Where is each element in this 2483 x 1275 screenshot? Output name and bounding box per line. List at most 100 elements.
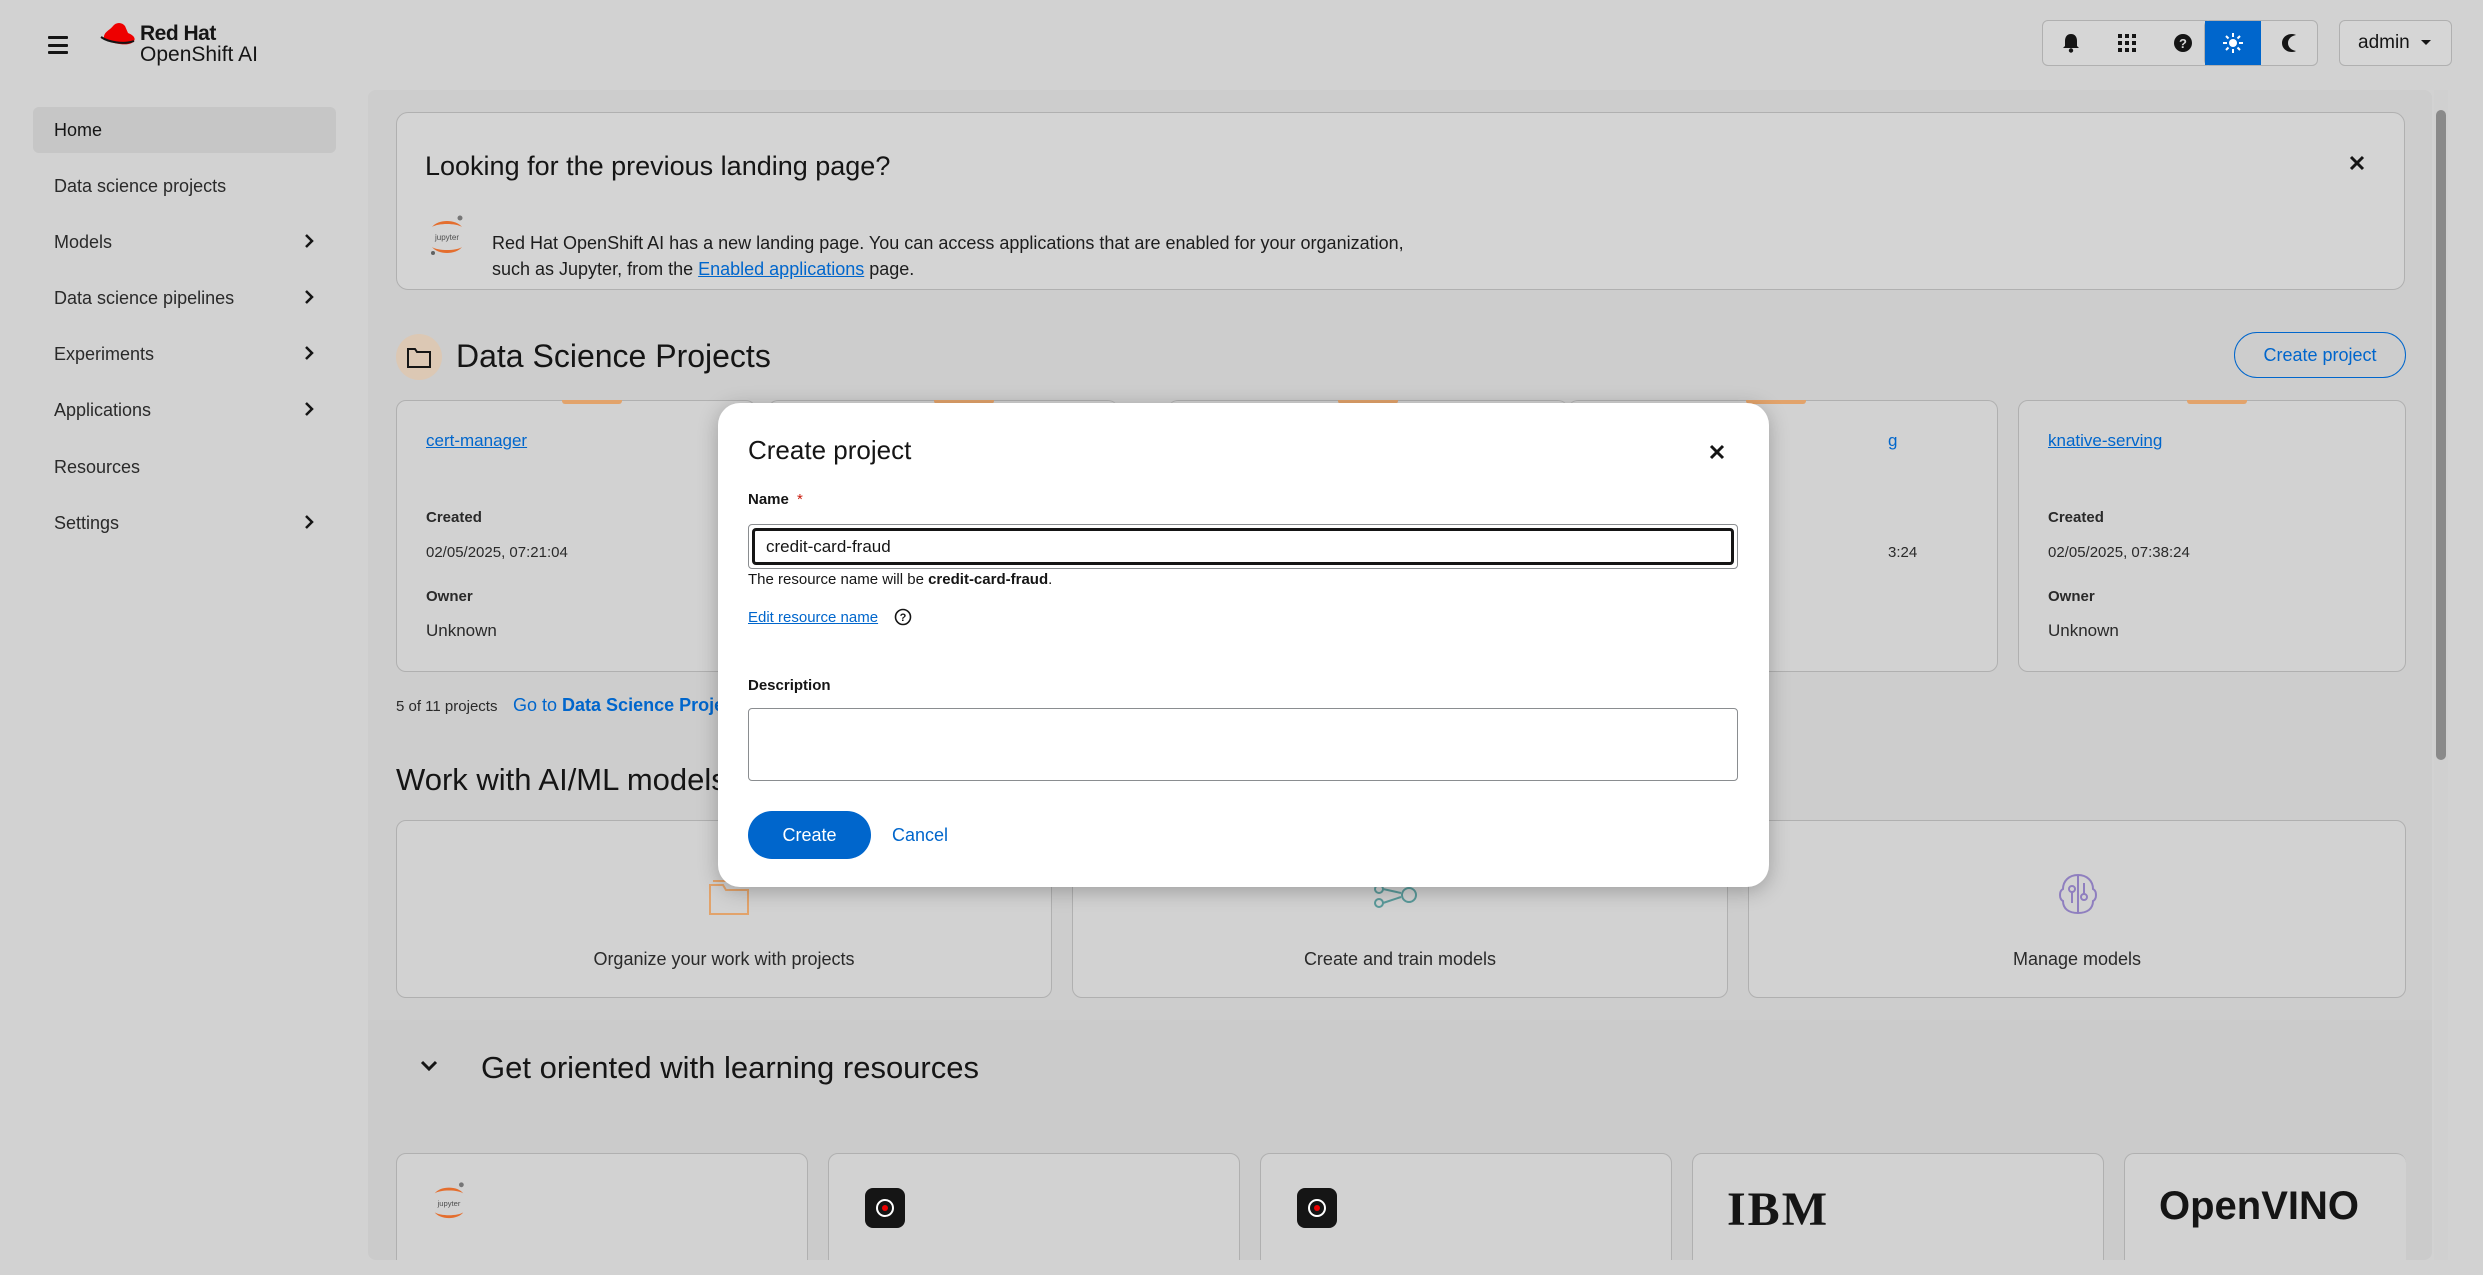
sidebar-item-label: Models [54, 231, 113, 252]
owner-value: Unknown [426, 621, 497, 640]
modal-title: Create project [748, 435, 912, 465]
jupyter-icon: jupyter [434, 1182, 464, 1219]
learning-card[interactable]: IBM [1692, 1153, 2104, 1260]
sidebar-item-label: Data science pipelines [54, 287, 235, 308]
name-label-text: Name [748, 491, 789, 508]
sidebar-item-label: Experiments [54, 343, 155, 364]
sidebar-item-label: Resources [54, 456, 141, 477]
red-hat-logo-icon [100, 23, 135, 45]
projects-section-icon [396, 334, 442, 380]
resource-name-helper: The resource name will be credit-card-fr… [748, 571, 1052, 588]
sidebar-item-label: Data science projects [54, 175, 227, 196]
landing-page-banner: Looking for the previous landing page? j… [396, 112, 2405, 290]
chevron-right-icon [305, 402, 314, 416]
close-icon[interactable] [2349, 155, 2365, 171]
description-textarea[interactable] [748, 708, 1738, 781]
created-label: Created [426, 509, 482, 526]
svg-text:?: ? [900, 612, 907, 624]
required-indicator: * [797, 491, 803, 508]
sidebar-item-label: Home [54, 119, 103, 140]
description-label: Description [748, 677, 831, 694]
masthead: Red Hat OpenShift AI ? admin [0, 0, 2483, 88]
sidebar-item-models[interactable]: Models [33, 219, 336, 265]
project-name-input[interactable]: credit-card-fraud [752, 528, 1734, 565]
go-to-bold: Data Science Projec [562, 695, 735, 715]
project-name-link[interactable]: g [1888, 431, 1897, 451]
create-button[interactable]: Create [748, 811, 871, 859]
create-project-modal: Create project Name * credit-card-fraud … [718, 403, 1769, 887]
sidebar-item-applications[interactable]: Applications [33, 387, 336, 433]
sidebar-item-data-science-pipelines[interactable]: Data science pipelines [33, 275, 336, 321]
scrollbar-thumb[interactable] [2436, 110, 2446, 760]
name-label: Name * [748, 491, 803, 508]
learning-card[interactable]: jupyter [396, 1153, 808, 1260]
menu-icon[interactable] [40, 30, 76, 60]
projects-section-title: Data Science Projects [456, 338, 771, 374]
banner-text-part: page. [864, 259, 915, 279]
svg-text:?: ? [2179, 36, 2187, 51]
learning-card[interactable]: OpenVINO [2124, 1153, 2406, 1260]
edit-resource-name-link[interactable]: Edit resource name [748, 609, 878, 626]
bell-icon[interactable] [2043, 21, 2099, 65]
tile-label: Organize your work with projects [593, 949, 855, 969]
openvino-logo: OpenVINO [2159, 1184, 2360, 1228]
sidebar-item-label: Settings [54, 512, 120, 533]
toolbar-icons: ? [2042, 20, 2212, 66]
chevron-down-icon[interactable] [420, 1060, 438, 1072]
chevron-right-icon [305, 346, 314, 360]
sidebar-item-experiments[interactable]: Experiments [33, 331, 336, 377]
ai-ml-section-title: Work with AI/ML models [396, 762, 727, 797]
manage-models-tile[interactable]: Manage models [1748, 820, 2406, 998]
created-value: 3:24 [1888, 544, 1918, 561]
owner-value: Unknown [2048, 621, 2119, 640]
app-grid-icon[interactable] [2099, 21, 2155, 65]
created-label: Created [2048, 509, 2104, 526]
chevron-right-icon [305, 515, 314, 529]
project-card[interactable]: cert-manager Created 02/05/2025, 07:21:0… [396, 400, 756, 672]
openshift-ai-logo-mark [1308, 1199, 1326, 1217]
openshift-ai-logo-mark [876, 1199, 894, 1217]
product-name: OpenShift AI [140, 43, 258, 66]
go-to-projects-link[interactable]: Go to Data Science Projec [513, 695, 734, 716]
sidebar-item-data-science-projects[interactable]: Data science projects [33, 163, 336, 209]
help-icon[interactable]: ? [2155, 21, 2211, 65]
learning-card[interactable] [828, 1153, 1240, 1260]
learning-card[interactable] [1260, 1153, 1672, 1260]
tile-label: Create and train models [1303, 949, 1497, 969]
go-to-prefix: Go to [513, 695, 563, 715]
enabled-applications-link[interactable]: Enabled applications [698, 259, 864, 279]
cancel-button[interactable]: Cancel [892, 811, 948, 859]
brain-icon [2059, 873, 2097, 915]
resource-name-value: credit-card-fraud [928, 571, 1049, 588]
project-card[interactable]: knative-serving Created 02/05/2025, 07:3… [2018, 400, 2406, 672]
sidebar-item-settings[interactable]: Settings [33, 500, 336, 546]
sun-icon[interactable] [2205, 21, 2261, 65]
theme-toggle [2204, 20, 2318, 66]
chevron-right-icon [305, 290, 314, 304]
help-icon[interactable]: ? [894, 608, 912, 626]
created-value: 02/05/2025, 07:21:04 [426, 544, 568, 561]
project-name-field[interactable]: credit-card-fraud [748, 524, 1738, 569]
ibm-logo: IBM [1727, 1183, 1829, 1236]
helper-text: . [1048, 571, 1053, 588]
project-name-link[interactable]: knative-serving [2048, 431, 2162, 451]
jupyter-icon: jupyter [431, 215, 463, 255]
jupyter-icon-text: jupyter [437, 1199, 461, 1208]
banner-title: Looking for the previous landing page? [425, 151, 891, 181]
sidebar-item-resources[interactable]: Resources [33, 444, 336, 490]
user-name: admin [2358, 32, 2410, 53]
project-name-link[interactable]: cert-manager [426, 431, 527, 451]
close-icon[interactable] [1708, 443, 1726, 461]
tile-label: Manage models [2012, 949, 2142, 969]
folder-icon [407, 348, 431, 368]
moon-icon[interactable] [2261, 21, 2317, 65]
sidebar-item-label: Applications [54, 399, 152, 420]
created-value: 02/05/2025, 07:38:24 [2048, 544, 2190, 561]
project-count: 5 of 11 projects [396, 698, 498, 715]
sidebar-item-home[interactable]: Home [33, 107, 336, 153]
caret-down-icon [2420, 40, 2431, 45]
chevron-right-icon [305, 234, 314, 248]
user-menu[interactable]: admin [2339, 20, 2452, 66]
create-project-button[interactable]: Create project [2234, 332, 2406, 378]
jupyter-icon-text: jupyter [434, 233, 459, 242]
